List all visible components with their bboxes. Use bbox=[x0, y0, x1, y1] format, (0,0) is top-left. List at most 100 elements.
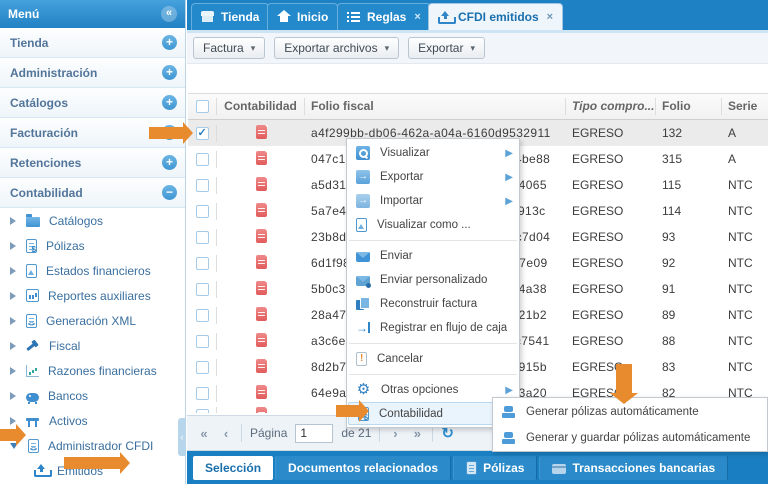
expand-plus-icon[interactable]: + bbox=[162, 35, 177, 50]
panel-splitter-handle[interactable]: ‹ bbox=[178, 418, 186, 456]
column-header-tipo-comprobante[interactable]: Tipo compro... bbox=[566, 98, 656, 115]
menu-item-cancelar[interactable]: Cancelar bbox=[347, 347, 519, 371]
menu-separator bbox=[349, 240, 517, 241]
row-checkbox[interactable] bbox=[196, 361, 209, 374]
tree-item-razones-financieras[interactable]: Razones financieras bbox=[0, 358, 185, 383]
expand-arrow-icon[interactable] bbox=[10, 392, 16, 400]
row-checkbox[interactable] bbox=[196, 153, 209, 166]
menu-item-exportar[interactable]: →Exportar▶ bbox=[347, 165, 519, 189]
red-document-icon[interactable] bbox=[256, 203, 267, 217]
select-all-checkbox[interactable] bbox=[196, 100, 209, 113]
collapse-minus-icon[interactable]: − bbox=[162, 185, 177, 200]
annotation-arrow-row-checkbox bbox=[149, 127, 183, 139]
red-document-icon[interactable] bbox=[256, 229, 267, 243]
red-document-icon[interactable] bbox=[256, 255, 267, 269]
close-tab-icon[interactable]: × bbox=[414, 11, 420, 23]
row-checkbox[interactable] bbox=[196, 231, 209, 244]
bottom-tab-polizas[interactable]: Pólizas bbox=[453, 456, 537, 480]
collapse-sidebar-icon[interactable]: « bbox=[161, 6, 177, 22]
tipo-cell: EGRESO bbox=[566, 307, 656, 324]
bottom-tab-seleccion[interactable]: Selección bbox=[193, 456, 273, 480]
tree-item-catalogos[interactable]: Catálogos bbox=[0, 208, 185, 233]
exportar-dropdown-button[interactable]: Exportar▾ bbox=[408, 37, 485, 59]
red-document-icon[interactable] bbox=[256, 333, 267, 347]
exportar-archivos-dropdown-button[interactable]: Exportar archivos▾ bbox=[274, 37, 399, 59]
first-page-button[interactable]: « bbox=[197, 426, 211, 441]
expand-arrow-icon[interactable] bbox=[10, 217, 16, 225]
red-document-icon[interactable] bbox=[256, 307, 267, 321]
tree-item-reportes-auxiliares[interactable]: Reportes auxiliares bbox=[0, 283, 185, 308]
row-checkbox[interactable] bbox=[196, 387, 209, 400]
expand-plus-icon[interactable]: + bbox=[162, 155, 177, 170]
sidebar-item-tienda[interactable]: Tienda+ bbox=[0, 28, 185, 58]
column-header-folio-fiscal[interactable]: Folio fiscal bbox=[305, 98, 566, 115]
tree-item-generacion-xml[interactable]: Generación XML bbox=[0, 308, 185, 333]
close-tab-icon[interactable]: × bbox=[547, 11, 553, 23]
expand-plus-icon[interactable]: + bbox=[162, 65, 177, 80]
tab-reglas[interactable]: Reglas × bbox=[337, 3, 431, 30]
menu-item-registrar-flujo-caja[interactable]: →Registrar en flujo de caja bbox=[347, 316, 519, 340]
red-document-icon[interactable] bbox=[256, 359, 267, 373]
red-document-icon[interactable] bbox=[256, 177, 267, 191]
expand-arrow-icon[interactable] bbox=[10, 342, 16, 350]
column-header-contabilidad[interactable]: Contabilidad bbox=[217, 98, 305, 115]
sidebar-item-catalogos[interactable]: Catálogos+ bbox=[0, 88, 185, 118]
row-checkbox[interactable] bbox=[196, 127, 209, 140]
folio-cell: 83 bbox=[656, 359, 722, 376]
tab-inicio[interactable]: Inicio bbox=[267, 3, 338, 30]
line-chart-icon bbox=[26, 365, 39, 377]
tree-item-activos[interactable]: Activos bbox=[0, 408, 185, 433]
folio-cell: 115 bbox=[656, 177, 722, 194]
menu-item-reconstruir-factura[interactable]: Reconstruir factura bbox=[347, 292, 519, 316]
red-document-icon[interactable] bbox=[256, 385, 267, 399]
sidebar-item-contabilidad[interactable]: Contabilidad− bbox=[0, 178, 185, 208]
row-checkbox[interactable] bbox=[196, 257, 209, 270]
expand-arrow-icon[interactable] bbox=[10, 267, 16, 275]
tab-tienda[interactable]: Tienda bbox=[191, 3, 269, 30]
row-checkbox[interactable] bbox=[196, 205, 209, 218]
bottom-tab-documentos-relacionados[interactable]: Documentos relacionados bbox=[275, 456, 451, 480]
column-header-serie[interactable]: Serie bbox=[722, 98, 768, 115]
menu-item-importar[interactable]: →Importar▶ bbox=[347, 189, 519, 213]
sidebar: Menú « Tienda+ Administración+ Catálogos… bbox=[0, 0, 186, 484]
bottom-tab-transacciones-bancarias[interactable]: Transacciones bancarias bbox=[539, 456, 728, 480]
red-document-icon[interactable] bbox=[256, 125, 267, 139]
tree-item-administrador-cfdi[interactable]: Administrador CFDI bbox=[0, 433, 185, 458]
red-document-icon[interactable] bbox=[256, 151, 267, 165]
expand-arrow-icon[interactable] bbox=[10, 317, 16, 325]
prev-page-button[interactable]: ‹ bbox=[219, 426, 233, 441]
expand-arrow-icon[interactable] bbox=[10, 242, 16, 250]
sidebar-item-administracion[interactable]: Administración+ bbox=[0, 58, 185, 88]
tipo-cell: EGRESO bbox=[566, 281, 656, 298]
factura-dropdown-button[interactable]: Factura▾ bbox=[193, 37, 265, 59]
menu-item-visualizar[interactable]: Visualizar▶ bbox=[347, 141, 519, 165]
piggy-bank-icon bbox=[26, 393, 39, 402]
expand-arrow-icon[interactable] bbox=[10, 292, 16, 300]
red-document-icon[interactable] bbox=[256, 281, 267, 295]
submenu-item-generar-guardar-polizas[interactable]: Generar y guardar pólizas automáticament… bbox=[493, 425, 767, 451]
tab-cfdi-emitidos[interactable]: CFDI emitidos × bbox=[428, 3, 563, 30]
copy-icon bbox=[356, 297, 370, 311]
folio-cell: 132 bbox=[656, 125, 722, 142]
page-number-input[interactable] bbox=[295, 424, 333, 443]
tree-item-estados-financieros[interactable]: Estados financieros bbox=[0, 258, 185, 283]
contabilidad-submenu: Generar pólizas automáticamente Generar … bbox=[492, 397, 768, 452]
serie-cell: A bbox=[722, 151, 768, 168]
tree-item-fiscal[interactable]: Fiscal bbox=[0, 333, 185, 358]
menu-item-enviar[interactable]: Enviar bbox=[347, 244, 519, 268]
tree-item-bancos[interactable]: Bancos bbox=[0, 383, 185, 408]
column-header-folio[interactable]: Folio bbox=[656, 98, 722, 115]
expand-plus-icon[interactable]: + bbox=[162, 95, 177, 110]
sidebar-item-retenciones[interactable]: Retenciones+ bbox=[0, 148, 185, 178]
menu-item-visualizar-como[interactable]: Visualizar como ... bbox=[347, 213, 519, 237]
table-header: Contabilidad Folio fiscal Tipo compro...… bbox=[188, 93, 768, 120]
row-checkbox[interactable] bbox=[196, 409, 209, 413]
expand-arrow-icon[interactable] bbox=[10, 367, 16, 375]
row-checkbox[interactable] bbox=[196, 335, 209, 348]
row-checkbox[interactable] bbox=[196, 283, 209, 296]
menu-item-enviar-personalizado[interactable]: Enviar personalizado bbox=[347, 268, 519, 292]
tree-item-polizas[interactable]: Pólizas bbox=[0, 233, 185, 258]
row-checkbox[interactable] bbox=[196, 179, 209, 192]
row-checkbox[interactable] bbox=[196, 309, 209, 322]
tipo-cell: EGRESO bbox=[566, 125, 656, 142]
